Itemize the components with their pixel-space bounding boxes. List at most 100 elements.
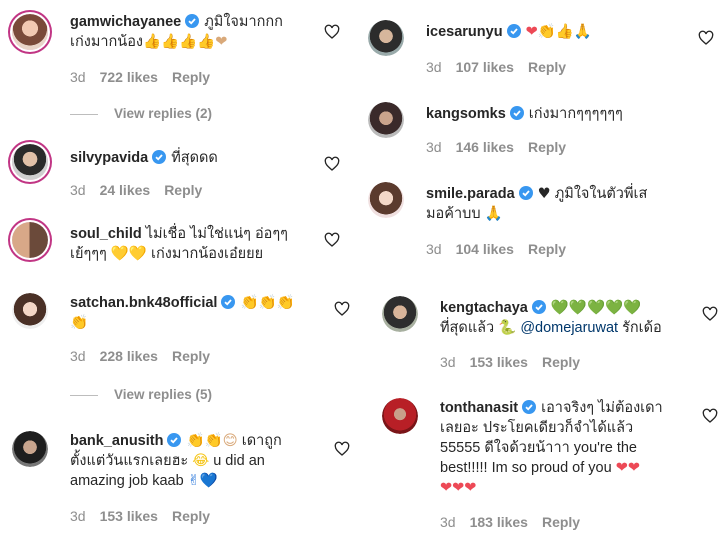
heart-outline-icon[interactable] <box>698 30 714 46</box>
reply-button[interactable]: Reply <box>164 182 202 198</box>
comment-text: เย้ๆๆๆ <box>70 246 107 262</box>
avatar[interactable] <box>12 14 48 50</box>
reply-button[interactable]: Reply <box>542 354 580 370</box>
comment-text: ภูมิใจมากกก <box>204 14 283 30</box>
emoji-text: 👏👏😊 <box>186 433 238 449</box>
heart-outline-icon[interactable] <box>324 232 340 248</box>
likes-count[interactable]: 104 likes <box>456 241 514 257</box>
view-replies-button[interactable]: View replies (5) <box>70 387 212 402</box>
emoji-text: 👍👍👍👍❤ <box>143 34 228 50</box>
comment-time: 3d <box>70 508 86 524</box>
avatar[interactable] <box>368 182 404 218</box>
heart-outline-icon[interactable] <box>702 306 718 322</box>
comment-time: 3d <box>440 514 456 530</box>
comment-time: 3d <box>70 69 86 85</box>
likes-count[interactable]: 153 likes <box>470 354 528 370</box>
username[interactable]: smile.parada <box>426 186 515 202</box>
verified-badge-icon <box>506 24 521 38</box>
comment-bank-anusith: bank_anusith 👏👏😊 เดาถูก ตั้งแต่วันแรกเลยฮ… <box>12 425 352 535</box>
comment-text: ภูมิใจในตัวพี่เส <box>554 186 648 202</box>
comment-silvypavida: silvypavida ที่สุดดด 3d 24 likes Reply <box>12 142 352 202</box>
emoji-text: 😂 <box>192 453 210 469</box>
reply-button[interactable]: Reply <box>542 514 580 530</box>
likes-count[interactable]: 722 likes <box>100 69 158 85</box>
comment-text: เก่งมากๆๆๆๆๆๆ <box>528 106 623 122</box>
comment-kangsomks: kangsomks เก่งมากๆๆๆๆๆๆ 3d 146 likes Reply <box>368 100 718 160</box>
emoji-text: ✌💙 <box>187 473 218 489</box>
comment-text: ไม่เชื่อ ไม่ใช่แน่ๆ อ่อๆๆ <box>145 226 288 242</box>
verified-badge-icon <box>167 433 182 447</box>
verified-badge-icon <box>152 150 167 164</box>
comment-text: เลยอะ ประโยคเดียวก็จำได้แล้ว <box>440 420 634 436</box>
comments-column-left: gamwichayanee ภูมิใจมากกก เก่งมากน้อง👍👍👍👍… <box>0 0 360 550</box>
emoji-text: ❤❤ <box>615 460 641 476</box>
reply-button[interactable]: Reply <box>528 139 566 155</box>
verified-badge-icon <box>522 400 537 414</box>
username[interactable]: silvypavida <box>70 150 148 166</box>
heart-outline-icon[interactable] <box>334 441 350 457</box>
avatar[interactable] <box>382 398 418 434</box>
avatar[interactable] <box>368 102 404 138</box>
avatar[interactable] <box>12 222 48 258</box>
comment-time: 3d <box>426 139 442 155</box>
emoji-text: ♥ <box>537 186 551 202</box>
comment-time: 3d <box>440 354 456 370</box>
heart-outline-icon[interactable] <box>334 301 350 317</box>
username[interactable]: bank_anusith <box>70 433 163 449</box>
comment-text: เอาจริงๆ ไม่ต้องเดา <box>541 400 663 416</box>
username[interactable]: icesarunyu <box>426 24 503 40</box>
emoji-text: 👏 <box>70 315 89 331</box>
comment-soul-child: soul_child ไม่เชื่อ ไม่ใช่แน่ๆ อ่อๆๆ เย้ๆ… <box>12 218 352 278</box>
emoji-text: 🐍 <box>498 320 517 336</box>
comment-text: ที่สุดแล้ว <box>440 320 495 336</box>
reply-button[interactable]: Reply <box>172 69 210 85</box>
emoji-text: ❤❤❤ <box>440 480 477 496</box>
emoji-text: 💛💛 <box>110 246 147 262</box>
comment-text: เดาถูก <box>241 433 282 449</box>
likes-count[interactable]: 107 likes <box>456 59 514 75</box>
avatar[interactable] <box>12 293 48 329</box>
heart-outline-icon[interactable] <box>324 156 340 172</box>
likes-count[interactable]: 183 likes <box>470 514 528 530</box>
emoji-text: 🙏 <box>484 206 503 222</box>
verified-badge-icon <box>221 295 236 309</box>
username[interactable]: gamwichayanee <box>70 14 181 30</box>
username[interactable]: tonthanasit <box>440 400 518 416</box>
view-replies-button[interactable]: View replies (2) <box>70 106 212 121</box>
username[interactable]: kangsomks <box>426 106 506 122</box>
verified-badge-icon <box>518 186 533 200</box>
avatar[interactable] <box>382 296 418 332</box>
comment-time: 3d <box>70 182 86 198</box>
verified-badge-icon <box>509 106 524 120</box>
comment-text: เก่งมากน้อง <box>70 34 143 50</box>
emoji-text: ❤👏👍🙏 <box>525 24 592 40</box>
username[interactable]: satchan.bnk48official <box>70 295 217 311</box>
comment-text: ตั้งแต่วันแรกเลยฮะ <box>70 453 189 469</box>
likes-count[interactable]: 24 likes <box>100 182 151 198</box>
heart-outline-icon[interactable] <box>702 408 718 424</box>
comment-text: มอค้าบบ <box>426 206 481 222</box>
comment-satchan-bnk48official: satchan.bnk48official 👏👏👏 👏 3d 228 likes Re… <box>12 285 352 405</box>
comment-time: 3d <box>426 241 442 257</box>
avatar[interactable] <box>12 431 48 467</box>
avatar[interactable] <box>368 20 404 56</box>
reply-button[interactable]: Reply <box>172 508 210 524</box>
heart-outline-icon[interactable] <box>324 24 340 40</box>
comment-text: 55555 ดีใจด้วยน้าาา you're the <box>440 440 637 456</box>
reply-button[interactable]: Reply <box>172 348 210 364</box>
reply-button[interactable]: Reply <box>528 241 566 257</box>
comment-text: ที่สุดดด <box>171 150 218 166</box>
likes-count[interactable]: 228 likes <box>100 348 158 364</box>
username[interactable]: kengtachaya <box>440 300 528 316</box>
likes-count[interactable]: 153 likes <box>100 508 158 524</box>
comment-kengtachaya: kengtachaya 💚💚💚💚💚 ที่สุดแล้ว 🐍 @domejaruw… <box>382 294 728 374</box>
avatar[interactable] <box>12 144 48 180</box>
likes-count[interactable]: 146 likes <box>456 139 514 155</box>
mention-link[interactable]: @domejaruwat <box>520 320 618 336</box>
reply-button[interactable]: Reply <box>528 59 566 75</box>
username[interactable]: soul_child <box>70 226 142 242</box>
comment-text: best!!!!! Im so proud of you <box>440 460 612 476</box>
comment-text: u did an <box>213 453 265 469</box>
comment-time: 3d <box>426 59 442 75</box>
comment-text: รักเด้อ <box>622 320 662 336</box>
